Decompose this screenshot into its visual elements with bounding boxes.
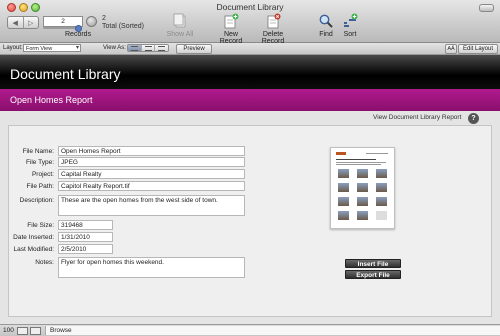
file-type-label: File Type:: [25, 159, 54, 166]
file-name-field[interactable]: Open Homes Report: [58, 146, 245, 156]
notes-field[interactable]: Flyer for open homes this weekend.: [58, 257, 245, 278]
title-toolbar: Document Library ◀ ▷ 2 2 Total (Sorted) …: [0, 0, 500, 45]
record-count: 2: [102, 15, 106, 22]
house-photo: [338, 197, 349, 206]
help-icon[interactable]: ?: [468, 113, 479, 124]
view-as-label: View As:: [103, 45, 126, 51]
description-field[interactable]: These are the open homes from the west s…: [58, 195, 245, 216]
records-label: Records: [65, 31, 92, 38]
file-path-label: File Path:: [26, 183, 54, 190]
house-photo: [376, 183, 387, 192]
previous-record-button[interactable]: ◀: [8, 17, 24, 28]
house-photo: [338, 169, 349, 178]
layout-content: Document Library Open Homes Report View …: [0, 55, 500, 324]
record-navigation: ◀ ▷: [7, 16, 39, 29]
preview-button[interactable]: Preview: [176, 44, 212, 54]
page-title: Document Library: [10, 66, 121, 82]
file-size-label: File Size:: [27, 222, 54, 229]
list-view-icon: [144, 45, 152, 51]
house-photo: [357, 183, 368, 192]
next-record-button[interactable]: ▷: [24, 17, 39, 28]
sort-label: Sort: [343, 31, 357, 38]
notes-label: Notes:: [35, 259, 54, 266]
house-photo: [376, 211, 387, 220]
house-photo: [357, 211, 368, 220]
record-status: Total (Sorted): [102, 23, 145, 30]
file-size-field[interactable]: 319468: [58, 220, 113, 230]
file-name-label: File Name:: [22, 148, 54, 155]
date-inserted-field[interactable]: 1/31/2010: [58, 232, 113, 242]
table-view-button[interactable]: [155, 45, 168, 51]
layout-select[interactable]: Form View: [23, 44, 81, 52]
house-photo: [357, 197, 368, 206]
layout-label: Layout:: [3, 45, 23, 51]
text-formatting-button[interactable]: AÂ: [445, 44, 457, 54]
date-inserted-label: Date Inserted:: [13, 234, 54, 241]
project-field[interactable]: Capital Realty: [58, 169, 245, 179]
thumbnail-line: [336, 159, 376, 160]
toggle-status-area-icon[interactable]: [30, 327, 41, 335]
house-photo: [357, 169, 368, 178]
view-as-segmented-control: [127, 44, 169, 52]
zoom-level[interactable]: 100: [3, 327, 14, 334]
sort-button[interactable]: Sort: [340, 13, 360, 38]
thumbnail-image: [336, 152, 389, 224]
magnifier-icon: [319, 14, 333, 28]
form-view-button[interactable]: [128, 45, 142, 51]
description-label: Description:: [19, 197, 54, 204]
find-button[interactable]: Find: [314, 13, 338, 38]
show-all-icon: [173, 13, 186, 28]
delete-record-icon: [267, 13, 281, 29]
sort-icon: [344, 13, 358, 27]
thumbnail-line: [336, 162, 386, 163]
project-label: Project:: [31, 171, 54, 178]
last-modified-field[interactable]: 2/5/2010: [58, 244, 113, 254]
last-modified-label: Last Modified:: [13, 246, 54, 253]
file-path-field[interactable]: Capitol Realty Report.tif: [58, 181, 245, 191]
layout-bar: Layout: Form View View As: Preview AÂ Ed…: [0, 43, 500, 55]
thumbnail-line: [336, 164, 381, 165]
house-photo: [376, 197, 387, 206]
toolbar-toggle-button[interactable]: [479, 4, 494, 12]
found-set-pie-icon: [86, 16, 97, 27]
edit-layout-button[interactable]: Edit Layout: [458, 44, 498, 54]
record-title: Open Homes Report: [10, 95, 93, 105]
show-all-button[interactable]: Show All: [163, 13, 197, 38]
new-record-icon: [224, 13, 239, 29]
zoom-out-icon[interactable]: [17, 327, 28, 335]
view-report-link[interactable]: View Document Library Report: [373, 114, 461, 121]
mode-indicator: Browse: [45, 326, 500, 335]
insert-file-button[interactable]: Insert File: [345, 259, 401, 268]
house-photo: [376, 169, 387, 178]
export-file-button[interactable]: Export File: [345, 270, 401, 279]
window-title: Document Library: [216, 2, 284, 12]
show-all-label: Show All: [166, 31, 194, 38]
house-photo: [338, 211, 349, 220]
new-record-button[interactable]: New Record: [212, 13, 250, 45]
form-view-icon: [130, 45, 138, 51]
list-view-button[interactable]: [141, 45, 156, 51]
table-view-icon: [158, 45, 166, 51]
house-photo: [338, 183, 349, 192]
thumbnail-logo: [336, 152, 346, 155]
document-thumbnail[interactable]: [330, 147, 395, 229]
status-bar: 100 Browse: [0, 324, 500, 336]
file-type-field[interactable]: JPEG: [58, 157, 245, 167]
find-label: Find: [319, 31, 333, 38]
window: Document Library ◀ ▷ 2 2 Total (Sorted) …: [0, 0, 500, 336]
thumbnail-line: [366, 153, 388, 154]
delete-record-button[interactable]: Delete Record: [251, 13, 295, 45]
